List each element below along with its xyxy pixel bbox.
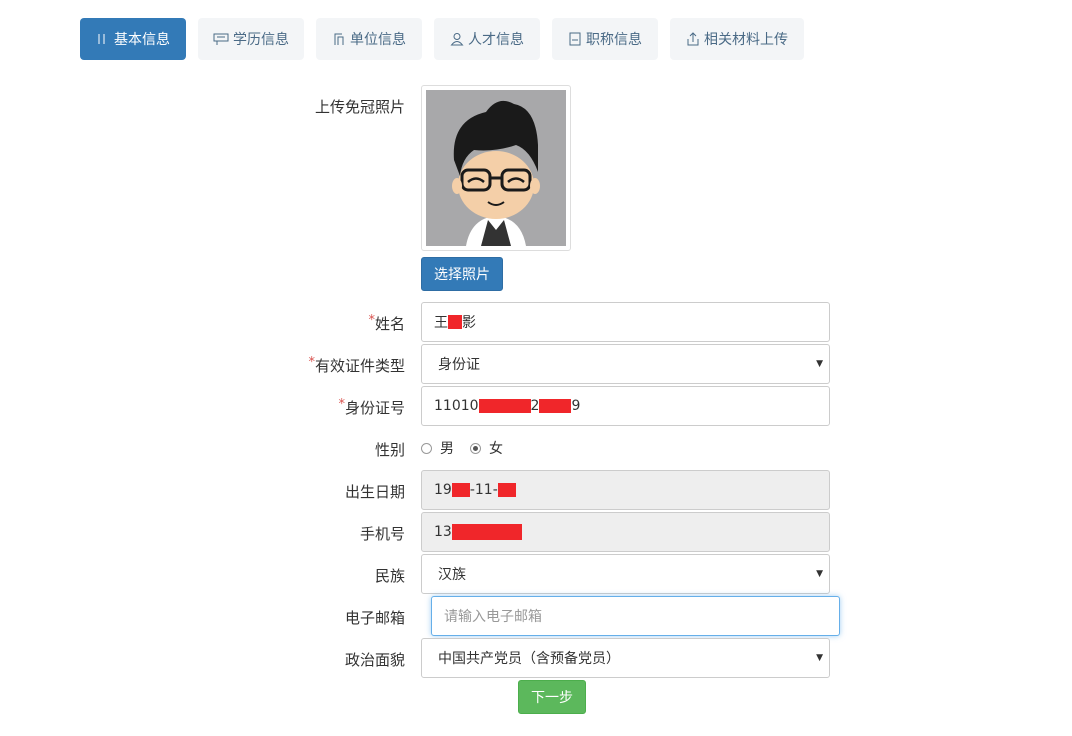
tab-label: 相关材料上传 (704, 32, 788, 48)
gender-label: 性别 (374, 441, 405, 459)
id-number-input[interactable]: 11010 2 9 (421, 386, 830, 426)
avatar-illustration (426, 90, 566, 246)
redaction-mark (448, 315, 462, 329)
photo-label: 上传免冠照片 (314, 98, 405, 116)
tab-label: 单位信息 (350, 32, 406, 48)
document-icon (568, 32, 582, 46)
redaction-mark (478, 399, 531, 413)
gender-male-radio[interactable] (421, 442, 432, 454)
birth-date-input: 19 -11- (421, 470, 830, 510)
graduation-icon (213, 32, 229, 46)
name-input[interactable]: 王影 (421, 302, 830, 342)
gender-radio-group: 男 女 (421, 438, 503, 458)
tab-employer-info[interactable]: 单位信息 (316, 18, 422, 60)
gender-female-radio[interactable] (470, 442, 481, 454)
name-label: *姓名 (368, 313, 405, 333)
tab-materials-upload[interactable]: 相关材料上传 (670, 18, 804, 60)
tab-basic-info[interactable]: 基本信息 (80, 18, 186, 60)
id-card-icon (96, 32, 110, 46)
building-icon (332, 32, 346, 46)
id-type-select[interactable]: 身份证 (421, 344, 830, 384)
id-type-label: *有效证件类型 (308, 355, 405, 375)
political-status-select[interactable]: 中国共产党员（含预备党员） (421, 638, 830, 678)
choose-photo-button[interactable]: 选择照片 (421, 257, 503, 291)
redaction-mark (539, 399, 572, 413)
political-status-label: 政治面貌 (344, 651, 405, 669)
email-label: 电子邮箱 (344, 609, 405, 627)
id-number-label: *身份证号 (338, 397, 405, 417)
phone-input: 13 (421, 512, 830, 552)
avatar-photo[interactable] (421, 85, 571, 251)
tab-label: 学历信息 (233, 32, 289, 48)
tab-label: 基本信息 (114, 32, 170, 48)
person-icon (450, 32, 464, 46)
birth-date-label: 出生日期 (344, 483, 405, 501)
redaction-mark (451, 524, 522, 540)
gender-female-label: 女 (489, 441, 503, 457)
redaction-mark (497, 483, 516, 497)
tab-education-info[interactable]: 学历信息 (198, 18, 304, 60)
ethnicity-select[interactable]: 汉族 (421, 554, 830, 594)
email-input[interactable]: 请输入电子邮箱 (431, 596, 840, 636)
ethnicity-label: 民族 (374, 567, 405, 585)
tab-title-info[interactable]: 职称信息 (552, 18, 658, 60)
upload-icon (686, 32, 700, 46)
tab-label: 人才信息 (468, 32, 524, 48)
phone-label: 手机号 (359, 525, 405, 543)
tab-talent-info[interactable]: 人才信息 (434, 18, 540, 60)
tab-label: 职称信息 (586, 32, 642, 48)
redaction-mark (451, 483, 470, 497)
gender-male-label: 男 (440, 441, 454, 457)
next-step-button[interactable]: 下一步 (518, 680, 586, 714)
